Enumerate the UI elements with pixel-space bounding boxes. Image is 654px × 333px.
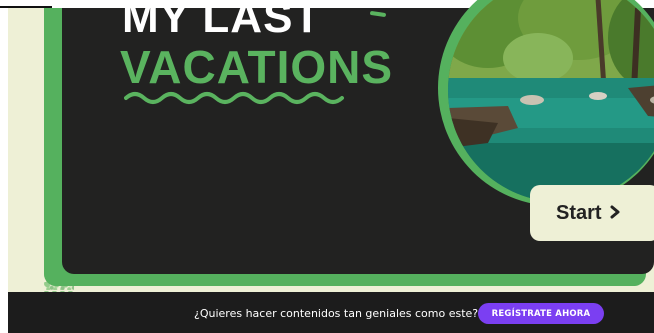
hero-title-line1: MY LAST [122,0,322,42]
promo-text: ¿Quieres hacer contenidos tan geniales c… [194,307,479,320]
presentation-slide: MY LAST VACATIONS Start ¿Quieres hacer c… [0,0,654,333]
start-button-label: Start [556,201,602,224]
register-now-button[interactable]: REGÍSTRATE AHORA [478,303,604,324]
chevron-right-icon [610,202,620,225]
start-button[interactable]: Start [530,185,654,241]
wavy-underline [124,92,344,104]
hero-title-line2: VACATIONS [120,41,394,93]
